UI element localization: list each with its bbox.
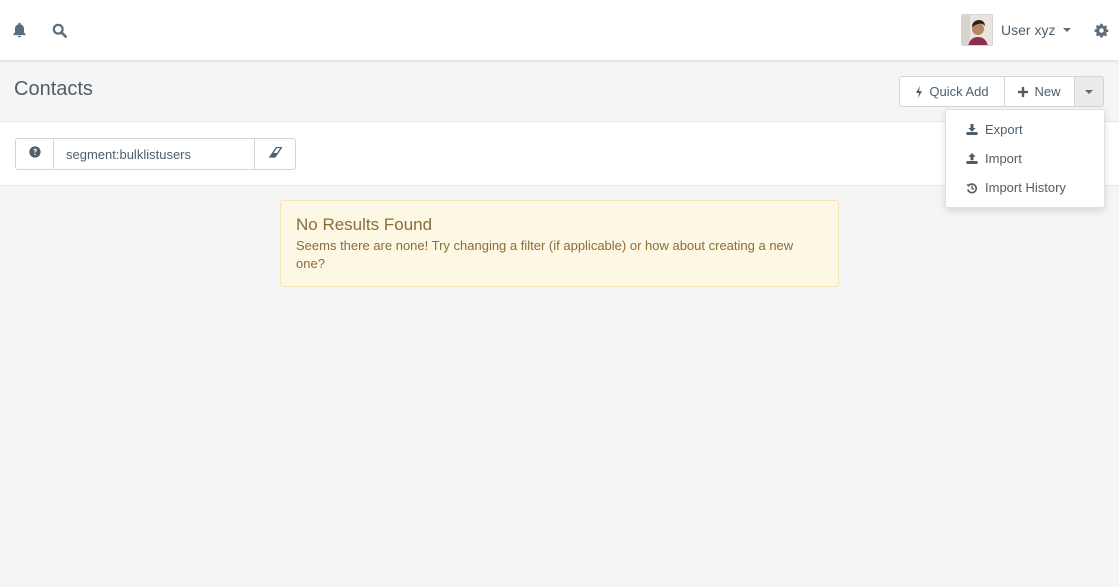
eraser-icon bbox=[268, 145, 283, 163]
menu-item-import[interactable]: Import bbox=[946, 144, 1104, 173]
search-icon[interactable] bbox=[49, 20, 69, 40]
menu-item-export[interactable]: Export bbox=[946, 115, 1104, 144]
quick-add-label: Quick Add bbox=[929, 84, 989, 99]
alert-message: Seems there are none! Try changing a fil… bbox=[296, 238, 794, 271]
user-name: User xyz bbox=[1001, 22, 1056, 38]
gear-icon[interactable] bbox=[1091, 20, 1111, 40]
alert-title: No Results Found bbox=[296, 215, 433, 234]
search-input-group bbox=[15, 138, 296, 170]
menu-item-label: Import History bbox=[985, 180, 1066, 195]
menu-item-import-history[interactable]: Import History bbox=[946, 173, 1104, 202]
bolt-icon bbox=[915, 85, 923, 98]
avatar bbox=[961, 14, 993, 46]
new-label: New bbox=[1034, 84, 1061, 99]
menu-item-label: Export bbox=[985, 122, 1023, 137]
actions-dropdown-menu: Export Import Import History bbox=[945, 109, 1105, 208]
download-icon bbox=[966, 124, 978, 135]
page-title: Contacts bbox=[14, 78, 93, 100]
upload-icon bbox=[966, 153, 978, 164]
bell-icon[interactable] bbox=[9, 20, 29, 40]
search-input[interactable] bbox=[54, 138, 255, 170]
user-menu[interactable]: User xyz bbox=[961, 14, 1072, 46]
new-button[interactable]: New bbox=[1004, 76, 1075, 107]
clear-search-button[interactable] bbox=[254, 138, 296, 170]
top-navbar: User xyz bbox=[0, 0, 1119, 60]
chevron-down-icon bbox=[1063, 28, 1072, 32]
action-button-group: Quick Add New bbox=[899, 76, 1104, 107]
quick-add-button[interactable]: Quick Add bbox=[899, 76, 1005, 107]
question-circle-icon bbox=[28, 145, 41, 163]
chevron-down-icon bbox=[1085, 89, 1093, 94]
history-icon bbox=[966, 182, 978, 194]
menu-item-label: Import bbox=[985, 151, 1022, 166]
more-actions-toggle[interactable] bbox=[1074, 76, 1104, 107]
plus-icon bbox=[1018, 86, 1029, 97]
no-results-alert: No Results Found Seems there are none! T… bbox=[280, 200, 839, 287]
search-help-button[interactable] bbox=[15, 138, 54, 170]
